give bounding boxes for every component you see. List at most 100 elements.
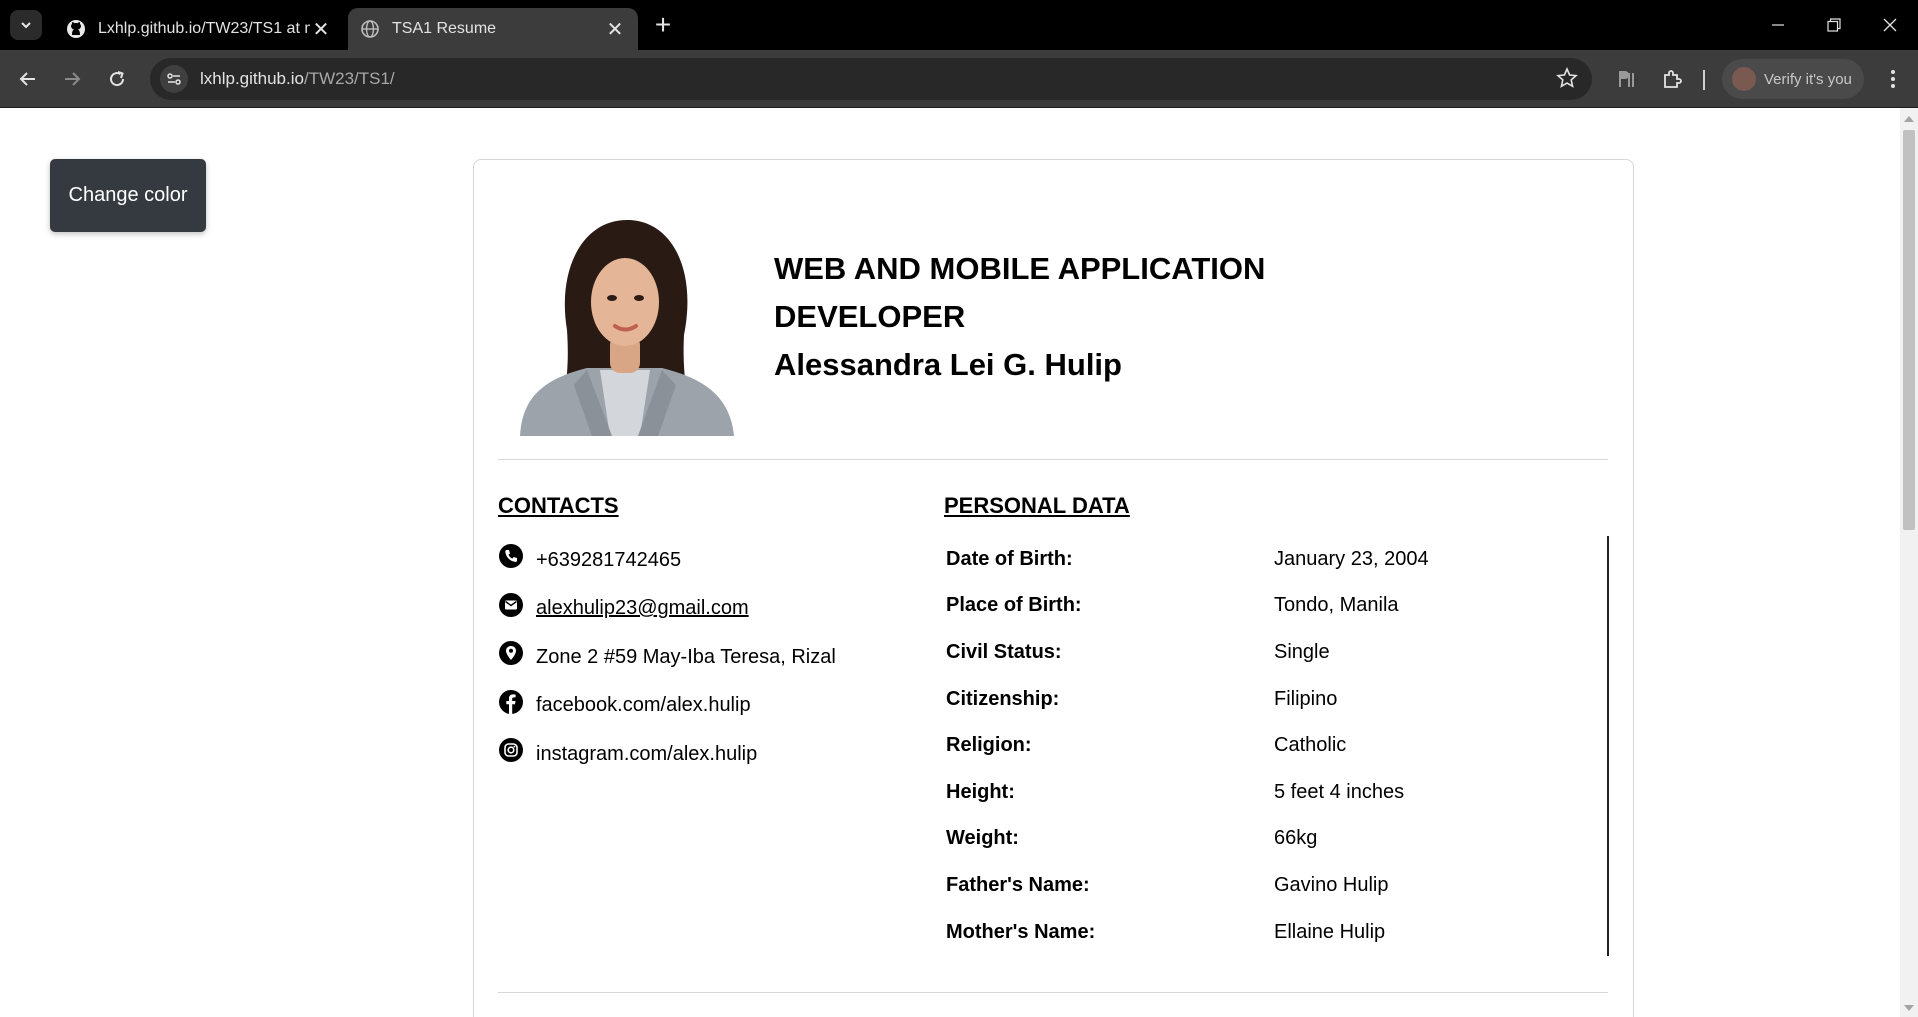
profile-label: Verify it's you xyxy=(1764,70,1852,88)
globe-icon xyxy=(360,19,380,39)
personal-data-table: Date of Birth: January 23, 2004 Place of … xyxy=(944,536,1602,955)
close-tab-icon[interactable]: ✕ xyxy=(604,18,626,41)
github-icon xyxy=(66,19,86,39)
contact-email: alexhulip23@gmail.com xyxy=(498,585,918,634)
contact-facebook-text: facebook.com/alex.hulip xyxy=(536,694,751,717)
facebook-icon xyxy=(498,689,524,715)
browser-tab-bar: Lxhlp.github.io/TW23/TS1 at ma ✕ TSA1 Re… xyxy=(0,0,1918,50)
contact-facebook: facebook.com/alex.hulip xyxy=(498,682,918,731)
tab-search-button[interactable] xyxy=(10,10,42,40)
contact-address-text: Zone 2 #59 May-Iba Teresa, Rizal xyxy=(536,645,836,668)
tab-title: TSA1 Resume xyxy=(392,20,497,37)
tab-title: Lxhlp.github.io/TW23/TS1 at ma xyxy=(98,20,310,37)
contacts-heading: CONTACTS xyxy=(498,493,619,518)
location-icon xyxy=(498,640,524,666)
field-label: Date of Birth: xyxy=(946,547,1073,570)
field-label: Mother's Name: xyxy=(946,920,1096,943)
field-label: Father's Name: xyxy=(946,873,1090,896)
table-row: Date of Birth: January 23, 2004 xyxy=(944,536,1602,583)
field-label: Civil Status: xyxy=(946,640,1062,663)
scrollbar-thumb[interactable] xyxy=(1903,130,1915,530)
back-arrow-icon xyxy=(19,72,35,86)
field-value: Single xyxy=(1274,640,1330,663)
instagram-icon xyxy=(498,737,524,763)
contact-phone: +639281742465 xyxy=(498,536,918,585)
close-window-button[interactable] xyxy=(1864,8,1916,42)
contact-address: Zone 2 #59 May-Iba Teresa, Rizal xyxy=(498,633,918,682)
contact-instagram-text: instagram.com/alex.hulip xyxy=(536,742,758,765)
table-row: Religion: Catholic xyxy=(944,722,1602,769)
field-label: Height: xyxy=(946,780,1015,803)
url-text: lxhlp.github.io/TW23/TS1/ xyxy=(200,69,395,89)
reading-mode-icon[interactable] xyxy=(1611,63,1643,95)
url-host: lxhlp.github.io xyxy=(200,69,304,88)
field-label: Weight: xyxy=(946,827,1019,850)
email-icon xyxy=(498,592,524,618)
field-value: 66kg xyxy=(1274,827,1318,850)
close-icon xyxy=(1883,18,1897,32)
browser-toolbar: lxhlp.github.io/TW23/TS1/ Verify it's yo… xyxy=(0,50,1918,108)
field-value: Tondo, Manila xyxy=(1274,594,1399,617)
toolbar-divider xyxy=(1703,70,1705,90)
job-title-line-1: WEB AND MOBILE APPLICATION xyxy=(774,251,1266,286)
forward-button[interactable] xyxy=(56,63,88,95)
change-color-button[interactable]: Change color xyxy=(50,159,206,232)
site-info-icon[interactable] xyxy=(160,65,188,93)
page-scrollbar[interactable] xyxy=(1900,108,1918,1017)
back-button[interactable] xyxy=(12,63,44,95)
personal-data-border xyxy=(1607,536,1609,956)
new-tab-button[interactable]: + xyxy=(650,11,676,39)
minimize-icon xyxy=(1772,24,1784,26)
resume-card: WEB AND MOBILE APPLICATION DEVELOPER Ale… xyxy=(473,159,1634,1017)
profile-button[interactable]: Verify it's you xyxy=(1722,59,1864,99)
profile-photo xyxy=(512,210,738,436)
restore-button[interactable] xyxy=(1808,8,1860,42)
contact-instagram: instagram.com/alex.hulip xyxy=(498,730,918,779)
contacts-list: +639281742465 alexhulip23@gmail.com Zone… xyxy=(498,536,918,779)
more-vertical-icon xyxy=(1891,70,1895,88)
forward-arrow-icon xyxy=(65,72,81,86)
field-value: January 23, 2004 xyxy=(1274,547,1429,570)
field-value: Ellaine Hulip xyxy=(1274,920,1386,943)
field-value: Filipino xyxy=(1274,687,1338,710)
bookmark-star-icon[interactable] xyxy=(1556,66,1578,94)
field-value: Gavino Hulip xyxy=(1274,873,1389,896)
field-value: Catholic xyxy=(1274,734,1347,757)
field-label: Religion: xyxy=(946,734,1032,757)
resume-headline: WEB AND MOBILE APPLICATION DEVELOPER Ale… xyxy=(774,245,1374,389)
url-path: /TW23/TS1/ xyxy=(303,69,395,88)
email-link[interactable]: alexhulip23@gmail.com xyxy=(536,597,749,620)
restore-icon xyxy=(1827,18,1841,32)
field-label: Citizenship: xyxy=(946,687,1060,710)
full-name: Alessandra Lei G. Hulip xyxy=(774,347,1122,382)
page-viewport: Change color WEB AND MOBILE APPLICATION … xyxy=(0,108,1900,1017)
reload-button[interactable] xyxy=(101,63,133,95)
table-row: Weight: 66kg xyxy=(944,816,1602,863)
field-value: 5 feet 4 inches xyxy=(1274,780,1405,803)
table-row: Father's Name: Gavino Hulip xyxy=(944,862,1602,909)
browser-menu-button[interactable] xyxy=(1877,63,1909,95)
table-row: Height: 5 feet 4 inches xyxy=(944,769,1602,816)
contact-phone-text: +639281742465 xyxy=(536,548,682,571)
table-row: Citizenship: Filipino xyxy=(944,676,1602,723)
reload-icon xyxy=(110,71,125,87)
close-tab-icon[interactable]: ✕ xyxy=(310,18,332,41)
tab-resume[interactable]: TSA1 Resume ✕ xyxy=(348,8,638,50)
divider xyxy=(498,992,1608,993)
job-title-line-2: DEVELOPER xyxy=(774,299,966,334)
field-label: Place of Birth: xyxy=(946,594,1082,617)
scroll-down-arrow-icon[interactable] xyxy=(1904,1005,1914,1011)
chevron-down-icon xyxy=(21,22,31,29)
tab-github[interactable]: Lxhlp.github.io/TW23/TS1 at ma ✕ xyxy=(54,8,344,50)
phone-icon xyxy=(498,543,524,569)
address-bar[interactable]: lxhlp.github.io/TW23/TS1/ xyxy=(150,58,1592,100)
divider xyxy=(498,459,1608,460)
personal-data-heading: PERSONAL DATA xyxy=(944,493,1130,518)
scroll-up-arrow-icon[interactable] xyxy=(1904,116,1914,122)
table-row: Civil Status: Single xyxy=(944,629,1602,676)
minimize-button[interactable] xyxy=(1752,8,1804,42)
avatar xyxy=(1732,67,1756,91)
table-row: Place of Birth: Tondo, Manila xyxy=(944,583,1602,630)
table-row: Mother's Name: Ellaine Hulip xyxy=(944,909,1602,956)
extensions-icon[interactable] xyxy=(1656,63,1688,95)
